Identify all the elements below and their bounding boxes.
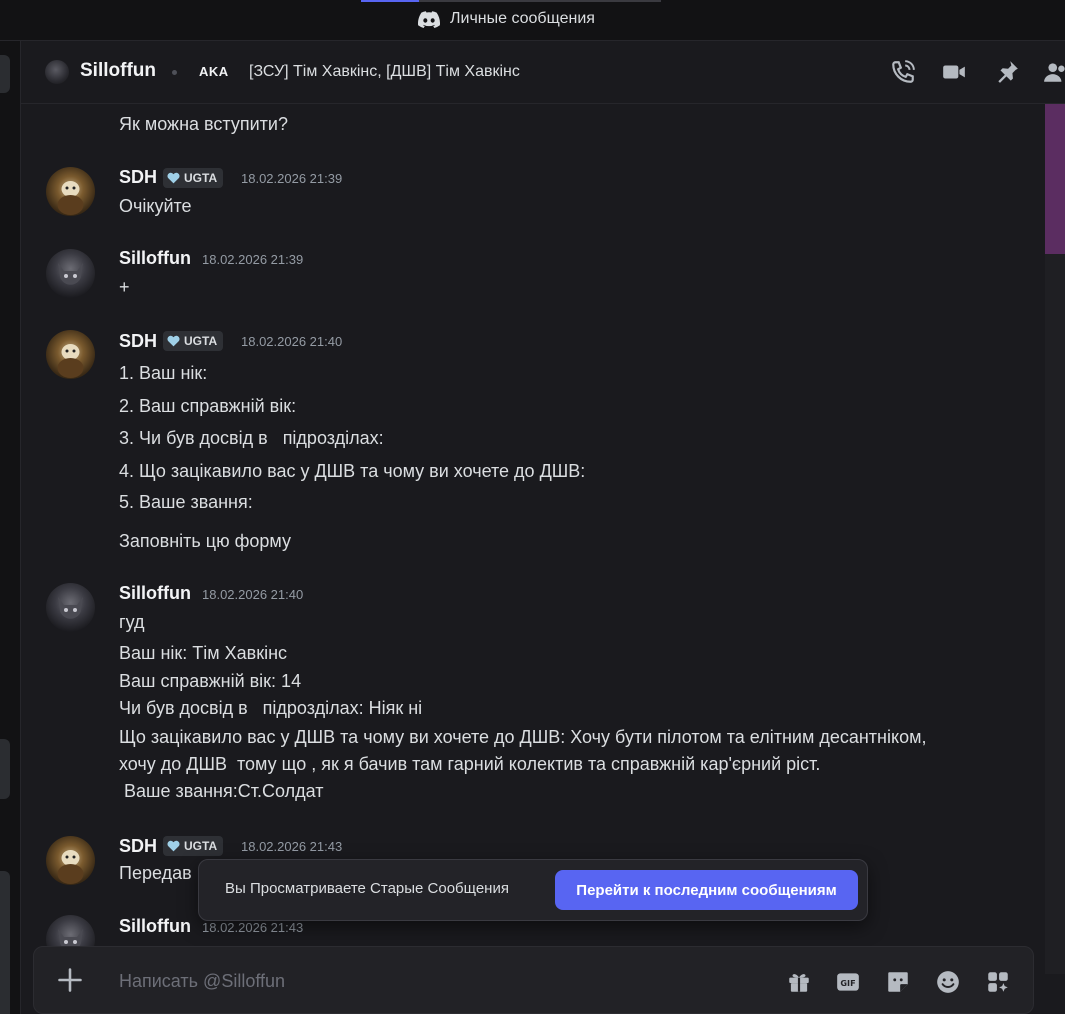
header-avatar[interactable] (45, 60, 69, 84)
old-messages-toast: Вы Просматриваете Старые Сообщения Перей… (198, 859, 868, 921)
sidebar-chip[interactable] (0, 871, 10, 1014)
message-input[interactable] (119, 967, 719, 995)
aka-names: [ЗСУ] Тім Хавкінс, [ДШВ] Тім Хавкінс (249, 63, 520, 80)
message-author[interactable]: Silloffun (119, 248, 191, 269)
add-friends-icon[interactable] (1043, 59, 1065, 85)
toast-text: Вы Просматриваете Старые Сообщения (225, 880, 509, 897)
message-line: 2. Ваш справжній вік: (119, 396, 297, 416)
scrollbar-thumb[interactable] (1045, 104, 1065, 254)
sidebar-chip[interactable] (0, 739, 10, 799)
gift-icon[interactable] (786, 969, 812, 995)
separator-dot (172, 70, 177, 75)
message-text: + (119, 277, 130, 297)
message-author[interactable]: SDH (119, 167, 157, 188)
heart-icon (167, 840, 180, 852)
role-badge[interactable]: UGTA (163, 168, 224, 188)
jump-to-present-button[interactable]: Перейти к последним сообщениям (555, 870, 858, 910)
header-username[interactable]: Silloffun (80, 60, 156, 82)
heart-icon (167, 172, 180, 184)
message-line: хочу до ДШВ тому що , як я бачив там гар… (119, 754, 821, 774)
message-author[interactable]: SDH (119, 836, 157, 857)
avatar[interactable] (46, 583, 95, 632)
sidebar-chip[interactable] (0, 55, 10, 93)
dm-header: Silloffun AKA [ЗСУ] Тім Хавкінс, [ДШВ] Т… (21, 41, 1065, 104)
sticker-icon[interactable] (885, 969, 911, 995)
gif-icon[interactable]: GIF (835, 969, 861, 995)
message-author[interactable]: Silloffun (119, 916, 191, 937)
message-timestamp: 18.02.2026 21:43 (241, 839, 343, 854)
scrollbar[interactable] (1045, 104, 1065, 974)
message-line: 3. Чи був досвід в підрозділах: (119, 428, 384, 448)
sidebar-edge (0, 41, 20, 1014)
avatar[interactable] (46, 167, 95, 216)
apps-icon[interactable] (985, 969, 1011, 995)
message-line: Ваше звання:Ст.Солдат (119, 781, 324, 801)
message-author[interactable]: SDH (119, 331, 157, 352)
badge-label: UGTA (184, 171, 218, 185)
message-text: Як можна вступити? (119, 114, 288, 134)
title-bar-accent (361, 0, 661, 2)
avatar[interactable] (46, 836, 95, 885)
message-line: гуд (119, 612, 145, 632)
badge-label: UGTA (184, 334, 218, 348)
avatar[interactable] (46, 249, 95, 298)
plus-icon[interactable] (56, 966, 84, 994)
role-badge[interactable]: UGTA (163, 836, 224, 856)
message-timestamp: 18.02.2026 21:40 (202, 587, 304, 602)
heart-icon (167, 335, 180, 347)
title-bar: Личные сообщения (0, 0, 1065, 41)
message-line: 1. Ваш нік: (119, 363, 208, 383)
message-text: Очікуйте (119, 196, 192, 216)
svg-text:GIF: GIF (840, 978, 855, 988)
message-author[interactable]: Silloffun (119, 583, 191, 604)
video-call-icon[interactable] (941, 59, 967, 85)
emoji-icon[interactable] (935, 969, 961, 995)
discord-icon (418, 10, 440, 28)
title-wrap: Личные сообщения (418, 10, 595, 28)
message-text: Передав (119, 863, 192, 883)
aka-label: AKA (199, 64, 229, 79)
avatar[interactable] (46, 330, 95, 379)
message-timestamp: 18.02.2026 21:39 (241, 171, 343, 186)
message-line: Ваш нік: Тім Хавкінс (119, 643, 288, 663)
role-badge[interactable]: UGTA (163, 331, 224, 351)
voice-call-icon[interactable] (890, 59, 916, 85)
badge-label: UGTA (184, 839, 218, 853)
window-title: Личные сообщения (450, 10, 595, 27)
message-line: Що зацікавило вас у ДШВ та чому ви хочет… (119, 727, 927, 747)
message-line: Ваш справжній вік: 14 (119, 671, 302, 691)
message-line: 4. Що зацікавило вас у ДШВ та чому ви хо… (119, 461, 586, 481)
message-composer: GIF (33, 946, 1034, 1014)
pin-icon[interactable] (994, 59, 1020, 85)
message-timestamp: 18.02.2026 21:43 (202, 920, 304, 935)
message-line: 5. Ваше звання: (119, 492, 253, 512)
message-timestamp: 18.02.2026 21:40 (241, 334, 343, 349)
message-line: Чи був досвід в підрозділах: Ніяк ні (119, 698, 423, 718)
message-timestamp: 18.02.2026 21:39 (202, 252, 304, 267)
message-line: Заповніть цю форму (119, 531, 291, 551)
